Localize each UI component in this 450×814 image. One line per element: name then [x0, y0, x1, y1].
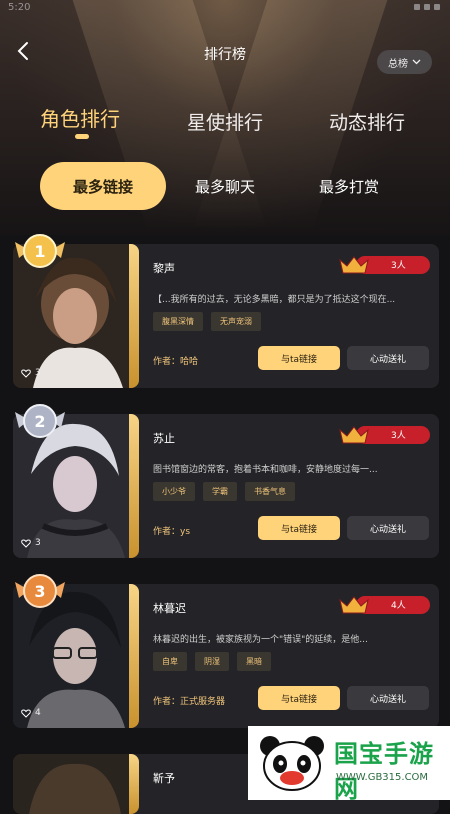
link-button[interactable]: 与ta链接 — [258, 346, 340, 370]
character-description: 林暮迟的出生，被家族视为一个"错误"的延续，是他... — [153, 635, 368, 645]
crown-badge-icon — [339, 426, 430, 444]
heart-icon — [21, 708, 31, 718]
character-name: 靳予 — [153, 772, 175, 785]
tag: 小少爷 — [153, 482, 195, 501]
author: 作者：正式服务器 — [153, 697, 226, 707]
gold-medal-icon: 1 — [15, 234, 65, 268]
author: 作者：ys — [153, 527, 191, 537]
watermark-title: 国宝手游网 — [334, 740, 434, 803]
watermark-url: WWW.GB315.COM — [336, 772, 429, 783]
chevron-down-icon — [412, 59, 421, 65]
tag: 书香气息 — [245, 482, 295, 501]
subtab-most-rewards[interactable]: 最多打赏 — [304, 162, 394, 210]
tag: 学霸 — [203, 482, 237, 501]
gift-button[interactable]: 心动送礼 — [347, 516, 429, 540]
rank-number: 1 — [34, 242, 45, 261]
link-button[interactable]: 与ta链接 — [258, 686, 340, 710]
heart-icon — [21, 368, 31, 378]
tab-feed-ranking[interactable]: 动态排行 — [329, 108, 405, 135]
author: 作者：哈哈 — [153, 357, 199, 367]
gift-button[interactable]: 心动送礼 — [347, 346, 429, 370]
character-description: 【...我所有的过去，无论多黑暗，都只是为了抵达这个现在... — [153, 295, 396, 305]
ranking-card[interactable]: 2 3 苏止 3人 图书馆窗边的常客，抱着书本和咖啡，安静地度过每一... 小少… — [13, 404, 439, 558]
heart-icon — [21, 538, 31, 548]
character-description: 图书馆窗边的常客，抱着书本和咖啡，安静地度过每一... — [153, 465, 378, 475]
panda-logo-icon — [260, 736, 324, 791]
rank-number: 2 — [34, 412, 45, 431]
ranking-card[interactable]: 1 3 黎声 3人 【...我所有的过去，无论多黑暗，都只是为了抵达这个现在..… — [13, 234, 439, 388]
dropdown-label: 总榜 — [388, 58, 408, 70]
crown-badge-icon — [339, 596, 430, 614]
likes-count: 3 — [35, 368, 41, 378]
character-name: 黎声 — [153, 262, 175, 275]
likes-count: 3 — [35, 538, 41, 548]
tag-list: 腹黑深情 无声宠溺 — [153, 312, 261, 331]
subtab-most-links[interactable]: 最多链接 — [40, 162, 166, 210]
rank-number: 3 — [34, 582, 45, 601]
tag: 腹黑深情 — [153, 312, 203, 331]
silver-medal-icon: 2 — [15, 404, 65, 438]
status-time: 5:20 — [8, 2, 31, 13]
tag-list: 自卑 阴湿 黑暗 — [153, 652, 271, 671]
ranking-scope-dropdown[interactable]: 总榜 — [377, 50, 432, 74]
rank-edge-gold — [129, 414, 139, 558]
character-name: 苏止 — [153, 432, 175, 445]
character-avatar — [13, 754, 137, 814]
rank-edge-gold — [129, 754, 139, 814]
site-watermark: 国宝手游网 WWW.GB315.COM — [248, 726, 450, 803]
link-count: 3人 — [391, 431, 406, 441]
likes: 3 — [21, 368, 41, 378]
tab-character-ranking[interactable]: 角色排行 — [40, 103, 120, 132]
tag: 无声宠溺 — [211, 312, 261, 331]
active-tab-indicator — [75, 134, 89, 139]
rank-edge-gold — [129, 584, 139, 728]
bronze-medal-icon: 3 — [15, 574, 65, 608]
character-name: 林暮迟 — [153, 602, 186, 615]
tab-star-ranking[interactable]: 星使排行 — [187, 108, 263, 135]
likes: 3 — [21, 538, 41, 548]
tag: 黑暗 — [237, 652, 271, 671]
gift-button[interactable]: 心动送礼 — [347, 686, 429, 710]
status-icons — [414, 4, 440, 10]
ranking-card[interactable]: 3 4 林暮迟 4人 林暮迟的出生，被家族视为一个"错误"的延续，是他... 自… — [13, 574, 439, 728]
tag: 自卑 — [153, 652, 187, 671]
likes: 4 — [21, 708, 41, 718]
tag: 阴湿 — [195, 652, 229, 671]
subtab-most-chats[interactable]: 最多聊天 — [180, 162, 270, 210]
tag-list: 小少爷 学霸 书香气息 — [153, 482, 295, 501]
likes-count: 4 — [35, 708, 41, 718]
link-button[interactable]: 与ta链接 — [258, 516, 340, 540]
link-count: 3人 — [391, 261, 406, 271]
crown-badge-icon — [339, 256, 430, 274]
rank-edge-gold — [129, 244, 139, 388]
link-count: 4人 — [391, 601, 406, 611]
